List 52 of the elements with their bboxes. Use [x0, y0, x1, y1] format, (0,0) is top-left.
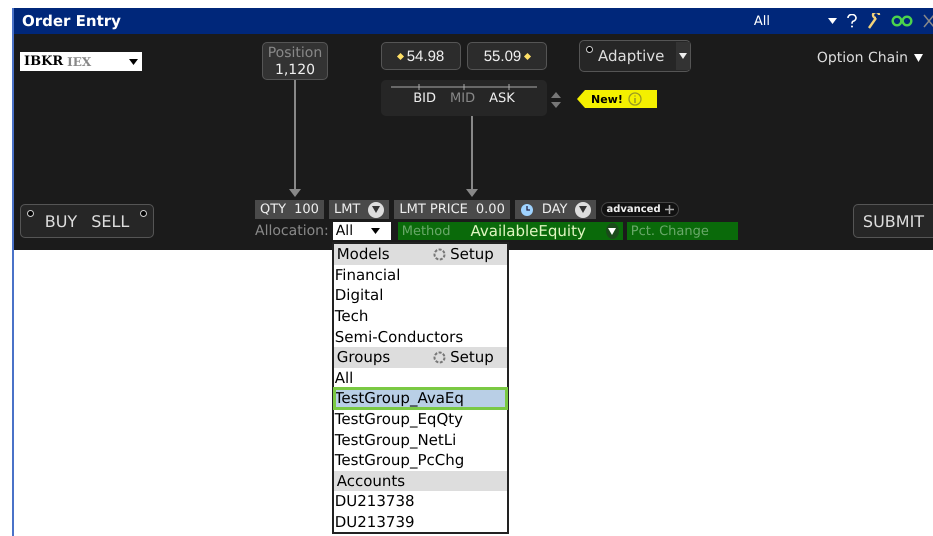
position-box: Position 1,120 — [262, 42, 328, 80]
buy-sell-toggle[interactable]: BUY SELL — [20, 204, 154, 238]
advanced-button[interactable]: advanced — [601, 202, 679, 217]
setup-button[interactable]: Setup — [433, 245, 504, 264]
allocation-label: Allocation: — [255, 223, 329, 239]
section-title: Accounts — [336, 472, 406, 490]
arrow-icon — [466, 189, 478, 197]
bid-price-button[interactable]: 54.98 — [381, 42, 461, 70]
gear-icon — [433, 248, 446, 261]
plus-icon — [664, 205, 674, 214]
link-icon[interactable] — [891, 15, 913, 27]
submit-button[interactable]: SUBMIT — [853, 204, 933, 238]
caret-icon — [371, 228, 380, 234]
symbol-selector[interactable]: IBKR IEX — [20, 52, 142, 71]
menu-item[interactable]: TestGroup_EqQty — [334, 408, 507, 430]
allocation-dropdown[interactable]: All — [332, 222, 391, 240]
option-chain-dropdown[interactable]: Option Chain — [816, 50, 933, 66]
quantity-field[interactable]: QTY 100 — [255, 200, 324, 219]
gear-icon — [433, 350, 446, 364]
caret-icon — [914, 54, 923, 62]
menu-item[interactable]: TestGroup_AvaEq — [334, 388, 507, 409]
radio-icon — [140, 210, 147, 217]
close-icon[interactable] — [923, 14, 933, 28]
help-icon[interactable] — [847, 14, 857, 28]
caret-icon — [129, 58, 138, 64]
clock-icon — [520, 202, 534, 216]
limit-price-field[interactable]: LMT PRICE 0.00 — [394, 200, 510, 219]
caret-icon[interactable] — [608, 228, 616, 234]
caret-icon[interactable] — [372, 206, 380, 213]
pct-change-field[interactable]: Pct. Change — [626, 222, 738, 240]
menu-item[interactable]: All — [334, 368, 507, 388]
slider-track-icon — [389, 83, 539, 91]
new-badge: New! — [577, 90, 657, 108]
radio-icon — [27, 210, 34, 217]
arrow-icon — [289, 189, 301, 197]
setup-button[interactable]: Setup — [433, 348, 504, 366]
window-title: Order Entry — [22, 12, 121, 30]
algo-dropdown[interactable]: Adaptive — [579, 40, 691, 72]
time-in-force-dropdown[interactable]: DAY — [514, 200, 596, 219]
order-type-dropdown[interactable]: LMT — [328, 200, 390, 219]
wrench-icon[interactable] — [867, 13, 881, 29]
ask-price-button[interactable]: 55.09 — [467, 42, 547, 70]
method-dropdown[interactable]: Method AvailableEquity — [398, 222, 623, 240]
caret-icon[interactable] — [828, 18, 837, 24]
caret-icon[interactable] — [679, 52, 687, 60]
price-slider[interactable]: BID MID ASK — [381, 80, 547, 116]
radio-icon — [586, 46, 593, 53]
section-title: Groups — [336, 348, 392, 366]
stepper-icon[interactable] — [551, 90, 561, 110]
section-title: Models — [336, 245, 391, 264]
caret-icon[interactable] — [579, 206, 588, 213]
group-selector[interactable]: All — [754, 14, 770, 28]
